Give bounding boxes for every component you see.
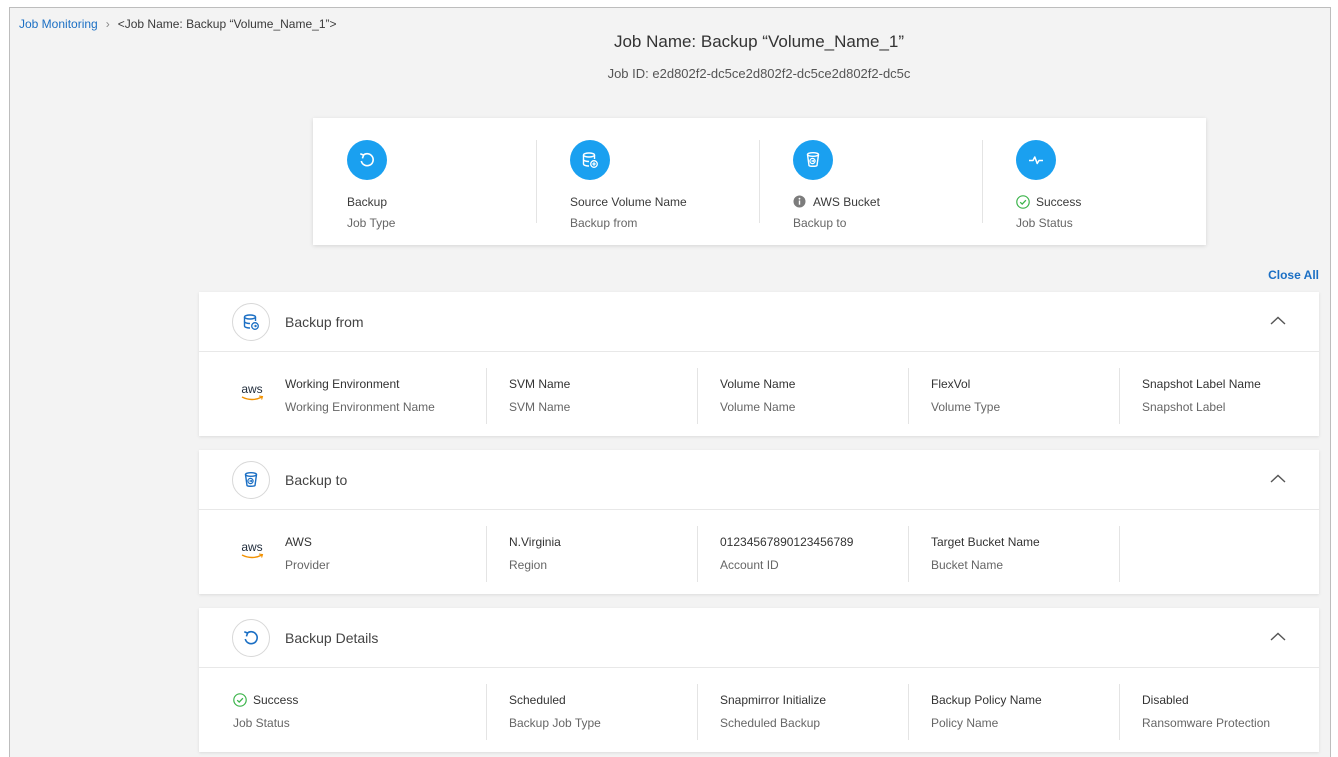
success-check-icon (1016, 195, 1030, 209)
summary-destination: AWS Bucket Backup to (759, 118, 982, 245)
summary-label: Backup to (793, 216, 847, 230)
field-volume-type: FlexVol Volume Type (907, 368, 1001, 424)
field-account-id: 01234567890123456789 Account ID (696, 526, 854, 582)
undo-arrow-icon (347, 140, 387, 180)
field-provider: AWS Provider (273, 528, 330, 580)
bucket-icon (232, 460, 270, 499)
chevron-up-icon[interactable] (1269, 314, 1287, 328)
field-value: Backup Policy Name (931, 693, 1042, 707)
field-label: Volume Name (720, 400, 796, 414)
field-value: Working Environment (285, 377, 400, 391)
field-value: AWS (285, 535, 312, 549)
close-all-link[interactable]: Close All (1268, 268, 1319, 282)
panel-header[interactable]: Backup Details (199, 608, 1319, 668)
bucket-icon (793, 140, 833, 180)
info-icon[interactable] (793, 195, 807, 209)
panel-body: Success Job Status Scheduled Backup Job … (199, 668, 1319, 752)
page-title: Job Name: Backup “Volume_Name_1” (613, 32, 905, 51)
aws-logo-icon: aws (241, 540, 264, 559)
field-value: SVM Name (509, 377, 571, 391)
pulse-icon (1016, 140, 1056, 180)
field-label: Provider (285, 558, 330, 572)
svg-text:aws: aws (241, 382, 262, 396)
summary-value-text: Success (1036, 195, 1082, 209)
field-value: Volume Name (720, 377, 796, 391)
field-region: N.Virginia Region (486, 526, 561, 582)
field-job-status: Success Job Status (221, 686, 298, 738)
breadcrumb-current: <Job Name: Backup “Volume_Name_1”> (117, 17, 337, 31)
field-value-text: Success (253, 693, 299, 707)
field-label: Region (509, 558, 548, 572)
summary-value: Success (1016, 194, 1205, 210)
field-value: Snapmirror Initialize (720, 693, 827, 707)
panel-backup-to: Backup to aws AWS Provider N.Virginia Re… (199, 450, 1319, 594)
field-value: Success (233, 692, 298, 708)
database-add-icon (570, 140, 610, 180)
panel-backup-details: Backup Details Success Job Status Schedu… (199, 608, 1319, 752)
field-label: Account ID (720, 558, 779, 572)
job-id: Job ID: e2d802f2-dc5ce2d802f2-dc5ce2d802… (607, 66, 911, 81)
field-bucket-name: Target Bucket Name Bucket Name (908, 526, 1040, 582)
summary-status: Success Job Status (982, 118, 1205, 245)
field-label: SVM Name (509, 400, 571, 414)
panel-title: Backup from (285, 313, 364, 330)
undo-arrow-icon (232, 618, 270, 657)
summary-value: AWS Bucket (793, 194, 982, 210)
field-working-environment: Working Environment Working Environment … (273, 370, 435, 422)
chevron-up-icon[interactable] (1269, 630, 1287, 644)
field-label: Backup Job Type (509, 716, 601, 730)
breadcrumb-job-monitoring-link[interactable]: Job Monitoring (19, 17, 98, 31)
summary-value: Source Volume Name (570, 195, 687, 209)
field-label: Scheduled Backup (720, 716, 821, 730)
field-label: Policy Name (931, 716, 999, 730)
field-label: Volume Type (931, 400, 1001, 414)
panel-title: Backup Details (285, 629, 379, 646)
field-value: FlexVol (931, 377, 971, 391)
summary-value-text: AWS Bucket (813, 195, 880, 209)
summary-label: Job Type (347, 216, 396, 230)
field-value: Disabled (1142, 693, 1189, 707)
breadcrumb-separator: › (105, 17, 110, 31)
panel-body: aws AWS Provider N.Virginia Region 01234… (199, 510, 1319, 594)
field-empty (1119, 526, 1142, 582)
success-check-icon (233, 693, 247, 707)
panel-header[interactable]: Backup from (199, 292, 1319, 352)
panel-backup-from: Backup from aws Working Environment Work… (199, 292, 1319, 436)
panel-body: aws Working Environment Working Environm… (199, 352, 1319, 436)
field-ransomware-protection: Disabled Ransomware Protection (1118, 684, 1271, 740)
field-backup-job-type: Scheduled Backup Job Type (486, 684, 601, 740)
field-label: Snapshot Label (1142, 400, 1226, 414)
field-policy-name: Backup Policy Name Policy Name (908, 684, 1042, 740)
summary-label: Job Status (1016, 216, 1073, 230)
svg-text:aws: aws (241, 540, 262, 554)
aws-logo-icon: aws (241, 382, 264, 401)
panel-header[interactable]: Backup to (199, 450, 1319, 510)
field-value: Target Bucket Name (931, 535, 1040, 549)
database-add-icon (232, 302, 270, 341)
summary-job-type: Backup Job Type (313, 118, 536, 245)
panel-title: Backup to (285, 471, 348, 488)
field-snapshot-label: Snapshot Label Name Snapshot Label (1119, 368, 1261, 424)
field-value: 01234567890123456789 (720, 535, 854, 549)
chevron-up-icon[interactable] (1269, 472, 1287, 486)
field-value: Scheduled (509, 693, 566, 707)
field-svm-name: SVM Name SVM Name (485, 368, 571, 424)
field-label: Bucket Name (931, 558, 1004, 572)
field-label: Ransomware Protection (1142, 716, 1271, 730)
field-value: N.Virginia (509, 535, 561, 549)
field-scheduled-backup: Snapmirror Initialize Scheduled Backup (696, 684, 827, 740)
job-summary-card: Backup Job Type Source Volume Name Backu… (313, 118, 1206, 245)
field-label: Job Status (233, 716, 290, 730)
summary-label: Backup from (570, 216, 638, 230)
field-label: Working Environment Name (285, 400, 435, 414)
summary-source: Source Volume Name Backup from (536, 118, 759, 245)
summary-value: Backup (347, 195, 388, 209)
field-value: Snapshot Label Name (1142, 377, 1261, 391)
field-volume-name: Volume Name Volume Name (696, 368, 796, 424)
breadcrumb: Job Monitoring › <Job Name: Backup “Volu… (19, 17, 337, 31)
